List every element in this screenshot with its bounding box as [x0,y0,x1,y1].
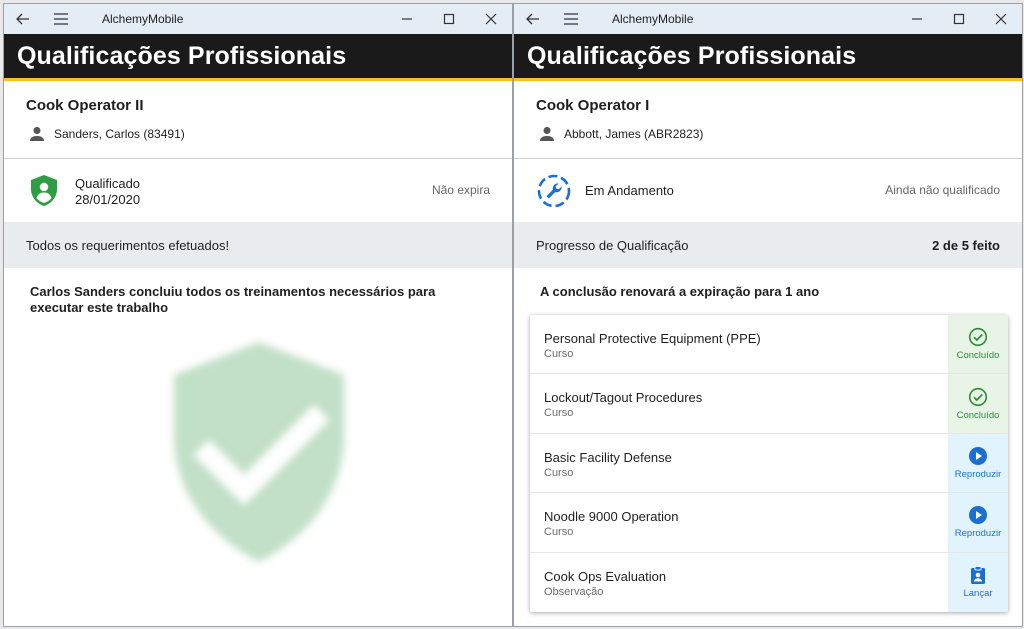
job-user: Sanders, Carlos (83491) [28,125,185,143]
person-icon [30,127,44,141]
hamburger-menu-icon[interactable] [562,10,580,28]
status-text: Em Andamento [585,183,674,199]
in-progress-wrench-icon [537,174,571,208]
maximize-icon[interactable] [440,10,458,28]
list-item[interactable]: Noodle 9000 Operation Curso Reproduzir [530,493,1008,553]
action-label: Lançar [963,588,993,600]
list-item[interactable]: Lockout/Tagout Procedures Curso Concluíd… [530,374,1008,434]
play-button[interactable]: Reproduzir [948,433,1008,493]
page-title: Qualificações Profissionais [17,41,347,70]
maximize-icon[interactable] [950,10,968,28]
item-type: Curso [544,407,574,420]
completion-message: Carlos Sanders concluiu todos os treinam… [30,284,436,315]
clipboard-user-icon [971,566,985,585]
play-circle-icon [969,506,987,525]
requirements-band: Todos os requerimentos efetuados! [4,223,512,268]
play-circle-icon [969,446,987,465]
window-right: AlchemyMobile Qualificações Profissionai… [513,3,1023,627]
qualification-status: Em Andamento Ainda não qualificado [514,159,1022,223]
back-arrow-icon[interactable] [524,10,542,28]
user-name: Sanders, Carlos (83491) [54,127,185,141]
title-bar: AlchemyMobile [4,4,512,34]
item-type: Curso [544,526,574,539]
close-icon[interactable] [992,10,1010,28]
progress-label: Progresso de Qualificação [536,238,689,253]
action-label: Reproduzir [954,528,1002,540]
minimize-icon[interactable] [908,10,926,28]
window-title: AlchemyMobile [102,12,184,26]
completed-status: Concluído [948,315,1008,374]
item-title: Lockout/Tagout Procedures [544,390,703,406]
job-user: Abbott, James (ABR2823) [538,125,703,143]
user-name: Abbott, James (ABR2823) [564,127,704,141]
shield-user-icon [31,175,57,206]
person-icon [540,127,554,141]
app-header: Qualificações Profissionais [514,34,1022,81]
list-item[interactable]: Basic Facility Defense Curso Reproduzir [530,433,1008,494]
app-header: Qualificações Profissionais [4,34,512,81]
status-text: Qualificado 28/01/2020 [75,176,140,208]
back-arrow-icon[interactable] [14,10,32,28]
completed-status: Concluído [948,374,1008,433]
list-item[interactable]: Personal Protective Equipment (PPE) Curs… [530,315,1008,375]
item-title: Personal Protective Equipment (PPE) [544,331,761,346]
status-label: Em Andamento [585,183,674,198]
action-label: Concluído [956,409,1000,421]
status-label: Qualificado [75,176,141,191]
requirements-list: Personal Protective Equipment (PPE) Curs… [530,315,1008,612]
shield-check-watermark-icon [174,342,344,562]
status-date: 28/01/2020 [75,192,141,207]
item-type: Curso [544,348,574,360]
action-label: Concluído [956,350,1000,362]
check-circle-icon [968,387,988,406]
check-circle-icon [968,328,988,347]
window-title: AlchemyMobile [612,12,694,26]
window-left: AlchemyMobile Qualificações Profissionai… [3,3,513,627]
qualification-status: Qualificado 28/01/2020 Não expira [4,159,512,223]
action-label: Reproduzir [954,468,1002,480]
item-title: Cook Ops Evaluation [544,568,667,584]
minimize-icon[interactable] [398,10,416,28]
play-button[interactable]: Reproduzir [948,493,1008,552]
job-title: Cook Operator I [536,97,650,114]
hamburger-menu-icon[interactable] [52,10,70,28]
progress-count: 2 de 5 feito [932,238,1000,253]
job-summary: Cook Operator II Sanders, Carlos (83491) [4,81,512,159]
title-bar: AlchemyMobile [514,4,1022,34]
launch-button[interactable]: Lançar [948,552,1008,612]
item-type: Curso [544,466,574,479]
item-title: Basic Facility Defense [544,449,672,465]
list-item[interactable]: Cook Ops Evaluation Observação Lançar [530,552,1008,612]
expiration-text: Não expira [431,183,490,197]
renewal-message: A conclusão renovará a expiração para 1 … [540,284,820,299]
progress-band: Progresso de Qualificação 2 de 5 feito [514,223,1022,268]
requirements-text: Todos os requerimentos efetuados! [26,238,230,253]
job-title: Cook Operator II [26,97,144,114]
page-title: Qualificações Profissionais [527,41,857,70]
job-summary: Cook Operator I Abbott, James (ABR2823) [514,81,1022,159]
close-icon[interactable] [482,10,500,28]
item-type: Observação [544,585,604,598]
expiration-text: Ainda não qualificado [885,183,1000,197]
item-title: Noodle 9000 Operation [544,509,679,525]
